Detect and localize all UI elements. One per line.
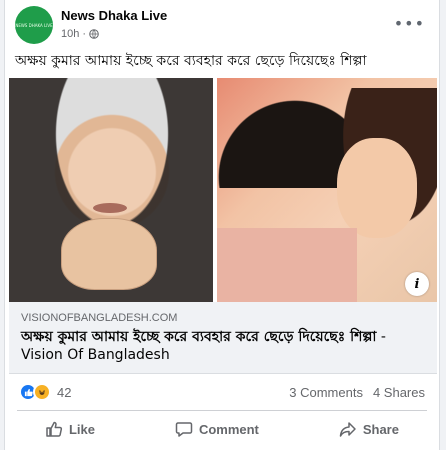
- more-icon[interactable]: •••: [394, 14, 425, 33]
- like-button[interactable]: Like: [45, 420, 95, 438]
- photo-left-mouth: [93, 203, 127, 213]
- photo-right-man-hair: [217, 78, 347, 188]
- post-text: অক্ষয় কুমার আমায় ইচ্ছে করে ব্যবহার করে…: [15, 53, 367, 69]
- comment-button[interactable]: Comment: [175, 420, 259, 438]
- photo-left-hand: [61, 218, 157, 290]
- link-title: অক্ষয় কুমার আমায় ইচ্ছে করে ব্যবহার করে…: [21, 328, 421, 364]
- action-bar: Like Comment Share: [5, 413, 439, 445]
- link-image[interactable]: i: [9, 78, 437, 302]
- haha-reaction-icon: [33, 383, 51, 401]
- globe-icon: [89, 29, 99, 39]
- post-header: NEWS DHAKA LIVE News Dhaka Live 10h · ••…: [5, 0, 439, 46]
- photo-right-face: [337, 138, 417, 238]
- comments-count[interactable]: 3 Comments: [289, 385, 363, 400]
- reaction-count: 42: [57, 384, 72, 400]
- post-meta: 10h ·: [61, 28, 99, 40]
- share-label: Share: [362, 421, 399, 437]
- post-card: NEWS DHAKA LIVE News Dhaka Live 10h · ••…: [4, 0, 440, 450]
- reactions-summary[interactable]: 42: [19, 383, 71, 401]
- info-icon[interactable]: i: [405, 272, 429, 296]
- time-separator: ·: [82, 28, 87, 40]
- post-time[interactable]: 10h: [61, 28, 79, 40]
- link-domain: VISIONOFBANGLADESH.COM: [21, 312, 178, 324]
- link-preview[interactable]: VISIONOFBANGLADESH.COM অক্ষয় কুমার আমায…: [9, 302, 437, 374]
- like-label: Like: [68, 421, 95, 437]
- page-name-link[interactable]: News Dhaka Live: [61, 8, 167, 23]
- comment-label: Comment: [198, 421, 259, 437]
- photo-right: [217, 78, 437, 302]
- shares-count[interactable]: 4 Shares: [373, 385, 425, 400]
- link-title-text: অক্ষয় কুমার আমায় ইচ্ছে করে ব্যবহার করে…: [21, 329, 377, 345]
- avatar-label: NEWS DHAKA LIVE: [15, 22, 53, 28]
- page-avatar[interactable]: NEWS DHAKA LIVE: [15, 6, 53, 44]
- post-stats: 42 3 Comments 4 Shares: [5, 380, 439, 404]
- photo-left: [9, 78, 215, 302]
- share-button[interactable]: Share: [339, 420, 399, 438]
- photo-right-shirt: [217, 228, 357, 302]
- engagement-counts: 3 Comments 4 Shares: [289, 385, 425, 400]
- share-icon: [339, 422, 356, 437]
- actions-divider: [17, 410, 427, 411]
- comment-icon: [175, 422, 193, 437]
- thumb-up-icon: [46, 421, 63, 437]
